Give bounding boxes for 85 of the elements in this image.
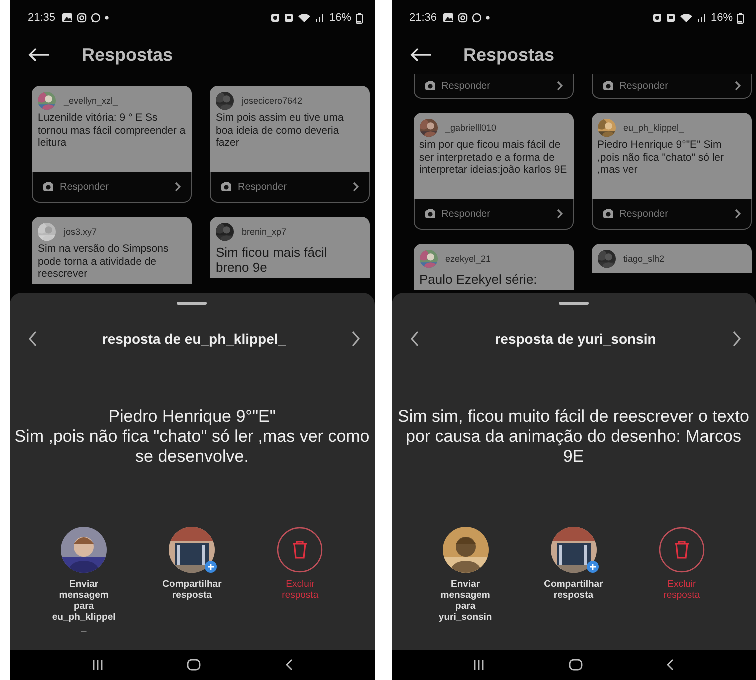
- action-label[interactable]: Excluir resposta: [267, 579, 334, 601]
- chat-icon: [90, 13, 101, 23]
- response-text: Sim na versão do Simpsons pode torna a atividade de reescrever: [38, 243, 170, 280]
- camera-icon: [76, 13, 87, 23]
- response-text: Piedro Henrique 9°"E" Sim ,pois não fica "chato" só ler ,mas ver: [598, 139, 726, 176]
- chevron-right-icon[interactable]: [732, 331, 742, 347]
- dot-icon: [486, 16, 490, 20]
- username: tiago_slh2: [624, 254, 665, 264]
- reply-label: Responder: [442, 208, 490, 220]
- page-title: Respostas: [464, 44, 555, 66]
- response-text: Sim pois assim eu tive uma boa ideia de como deveria fazer: [216, 112, 345, 150]
- response-body: Piedro Henrique 9°"E" Sim ,pois não fica "chato" só ler ,mas ver como se desenvolve.: [14, 407, 370, 467]
- home-icon[interactable]: [568, 659, 583, 671]
- back-icon[interactable]: [666, 659, 674, 671]
- username: ezekyel_21: [446, 254, 492, 264]
- camera-icon: [424, 81, 436, 91]
- response-card[interactable]: jos3.xy7 Sim na versão do Simpsons pode torna a atividade de reescrever: [32, 217, 192, 284]
- signal-icon: [315, 13, 326, 23]
- page-title: Respostas: [82, 44, 174, 66]
- chevron-left-icon[interactable]: [410, 331, 420, 347]
- sheet-title: resposta de eu_ph_klippel_: [102, 331, 286, 347]
- reply-label: Responder: [60, 182, 109, 192]
- action-label[interactable]: Enviar mensagem para yuri_sonsin: [432, 579, 499, 623]
- username: _evellyn_xzl_: [64, 96, 118, 106]
- response-card[interactable]: Responder: [592, 74, 752, 99]
- chevron-right-icon: [353, 182, 359, 192]
- camera-icon: [221, 182, 232, 192]
- chevron-right-icon: [175, 182, 181, 192]
- response-body: Sim sim, ficou muito fácil de reescrever o texto por causa da animação do desenho: Marcos 9E: [397, 407, 750, 467]
- camera-icon: [43, 182, 54, 192]
- trash-icon[interactable]: [277, 527, 324, 573]
- home-icon[interactable]: [187, 659, 202, 671]
- chevron-left-icon[interactable]: [28, 331, 38, 347]
- recent-apps-icon[interactable]: [92, 659, 104, 671]
- signal-icon: [696, 13, 707, 23]
- trash-icon[interactable]: [658, 527, 705, 573]
- response-text: Luzenilde vitória: 9 ° E Ss tornou mas fácil compreender a leitura: [38, 112, 186, 150]
- response-card[interactable]: ezekyel_21 Paulo Ezekyel série:: [414, 244, 574, 290]
- username: _gabrielll010: [446, 123, 497, 133]
- username: brenin_xp7: [242, 227, 287, 237]
- chevron-right-icon: [556, 81, 562, 91]
- plus-badge-icon: [586, 561, 599, 573]
- chevron-right-icon: [556, 209, 562, 219]
- username: josecicero7642: [242, 96, 303, 106]
- battery-percent: 16%: [329, 12, 352, 24]
- chat-icon: [472, 13, 482, 23]
- username: jos3.xy7: [64, 227, 98, 237]
- username: eu_ph_klippel_: [624, 123, 684, 133]
- reply-label: Responder: [620, 80, 668, 92]
- back-arrow-icon[interactable]: [28, 48, 50, 62]
- sheet-title: resposta de yuri_sonsin: [495, 331, 656, 347]
- response-card[interactable]: Responder: [414, 74, 574, 99]
- chevron-right-icon: [734, 209, 740, 219]
- action-label[interactable]: Compartilhar resposta: [540, 579, 607, 601]
- drag-handle[interactable]: [558, 302, 589, 305]
- back-arrow-icon[interactable]: [410, 48, 432, 62]
- image-icon: [62, 13, 73, 23]
- back-icon[interactable]: [284, 659, 293, 671]
- chevron-right-icon: [734, 81, 740, 91]
- status-time: 21:36: [410, 12, 438, 24]
- camera-icon: [602, 209, 614, 219]
- recent-apps-icon[interactable]: [473, 659, 486, 671]
- response-text: sim por que ficou mais fácil de ser interpretado e a forma de interpretar ideias:joão karlos 9E: [420, 139, 568, 176]
- battery-icon: [737, 12, 744, 24]
- image-icon: [443, 13, 454, 23]
- action-label[interactable]: Compartilhar resposta: [159, 579, 226, 601]
- action-label[interactable]: Excluir resposta: [648, 579, 715, 601]
- battery-icon: [356, 12, 362, 24]
- dot-icon: [104, 16, 109, 20]
- camera-icon: [458, 13, 468, 23]
- camera-icon: [602, 81, 614, 91]
- response-text: Sim ficou mais fácil breno 9e: [216, 245, 328, 275]
- plus-badge-icon: [205, 561, 218, 573]
- chevron-right-icon[interactable]: [350, 331, 360, 347]
- status-time: 21:35: [28, 12, 56, 24]
- reply-label: Responder: [442, 80, 490, 92]
- reply-label: Responder: [238, 182, 287, 192]
- camera-icon: [424, 209, 436, 219]
- drag-handle[interactable]: [177, 302, 208, 305]
- battery-percent: 16%: [710, 12, 733, 24]
- wifi-icon: [680, 13, 693, 23]
- reply-label: Responder: [620, 208, 668, 220]
- response-text: Paulo Ezekyel série:: [420, 272, 538, 287]
- wifi-icon: [298, 13, 312, 23]
- action-label[interactable]: Enviar mensagem para eu_ph_klippel_: [51, 579, 118, 634]
